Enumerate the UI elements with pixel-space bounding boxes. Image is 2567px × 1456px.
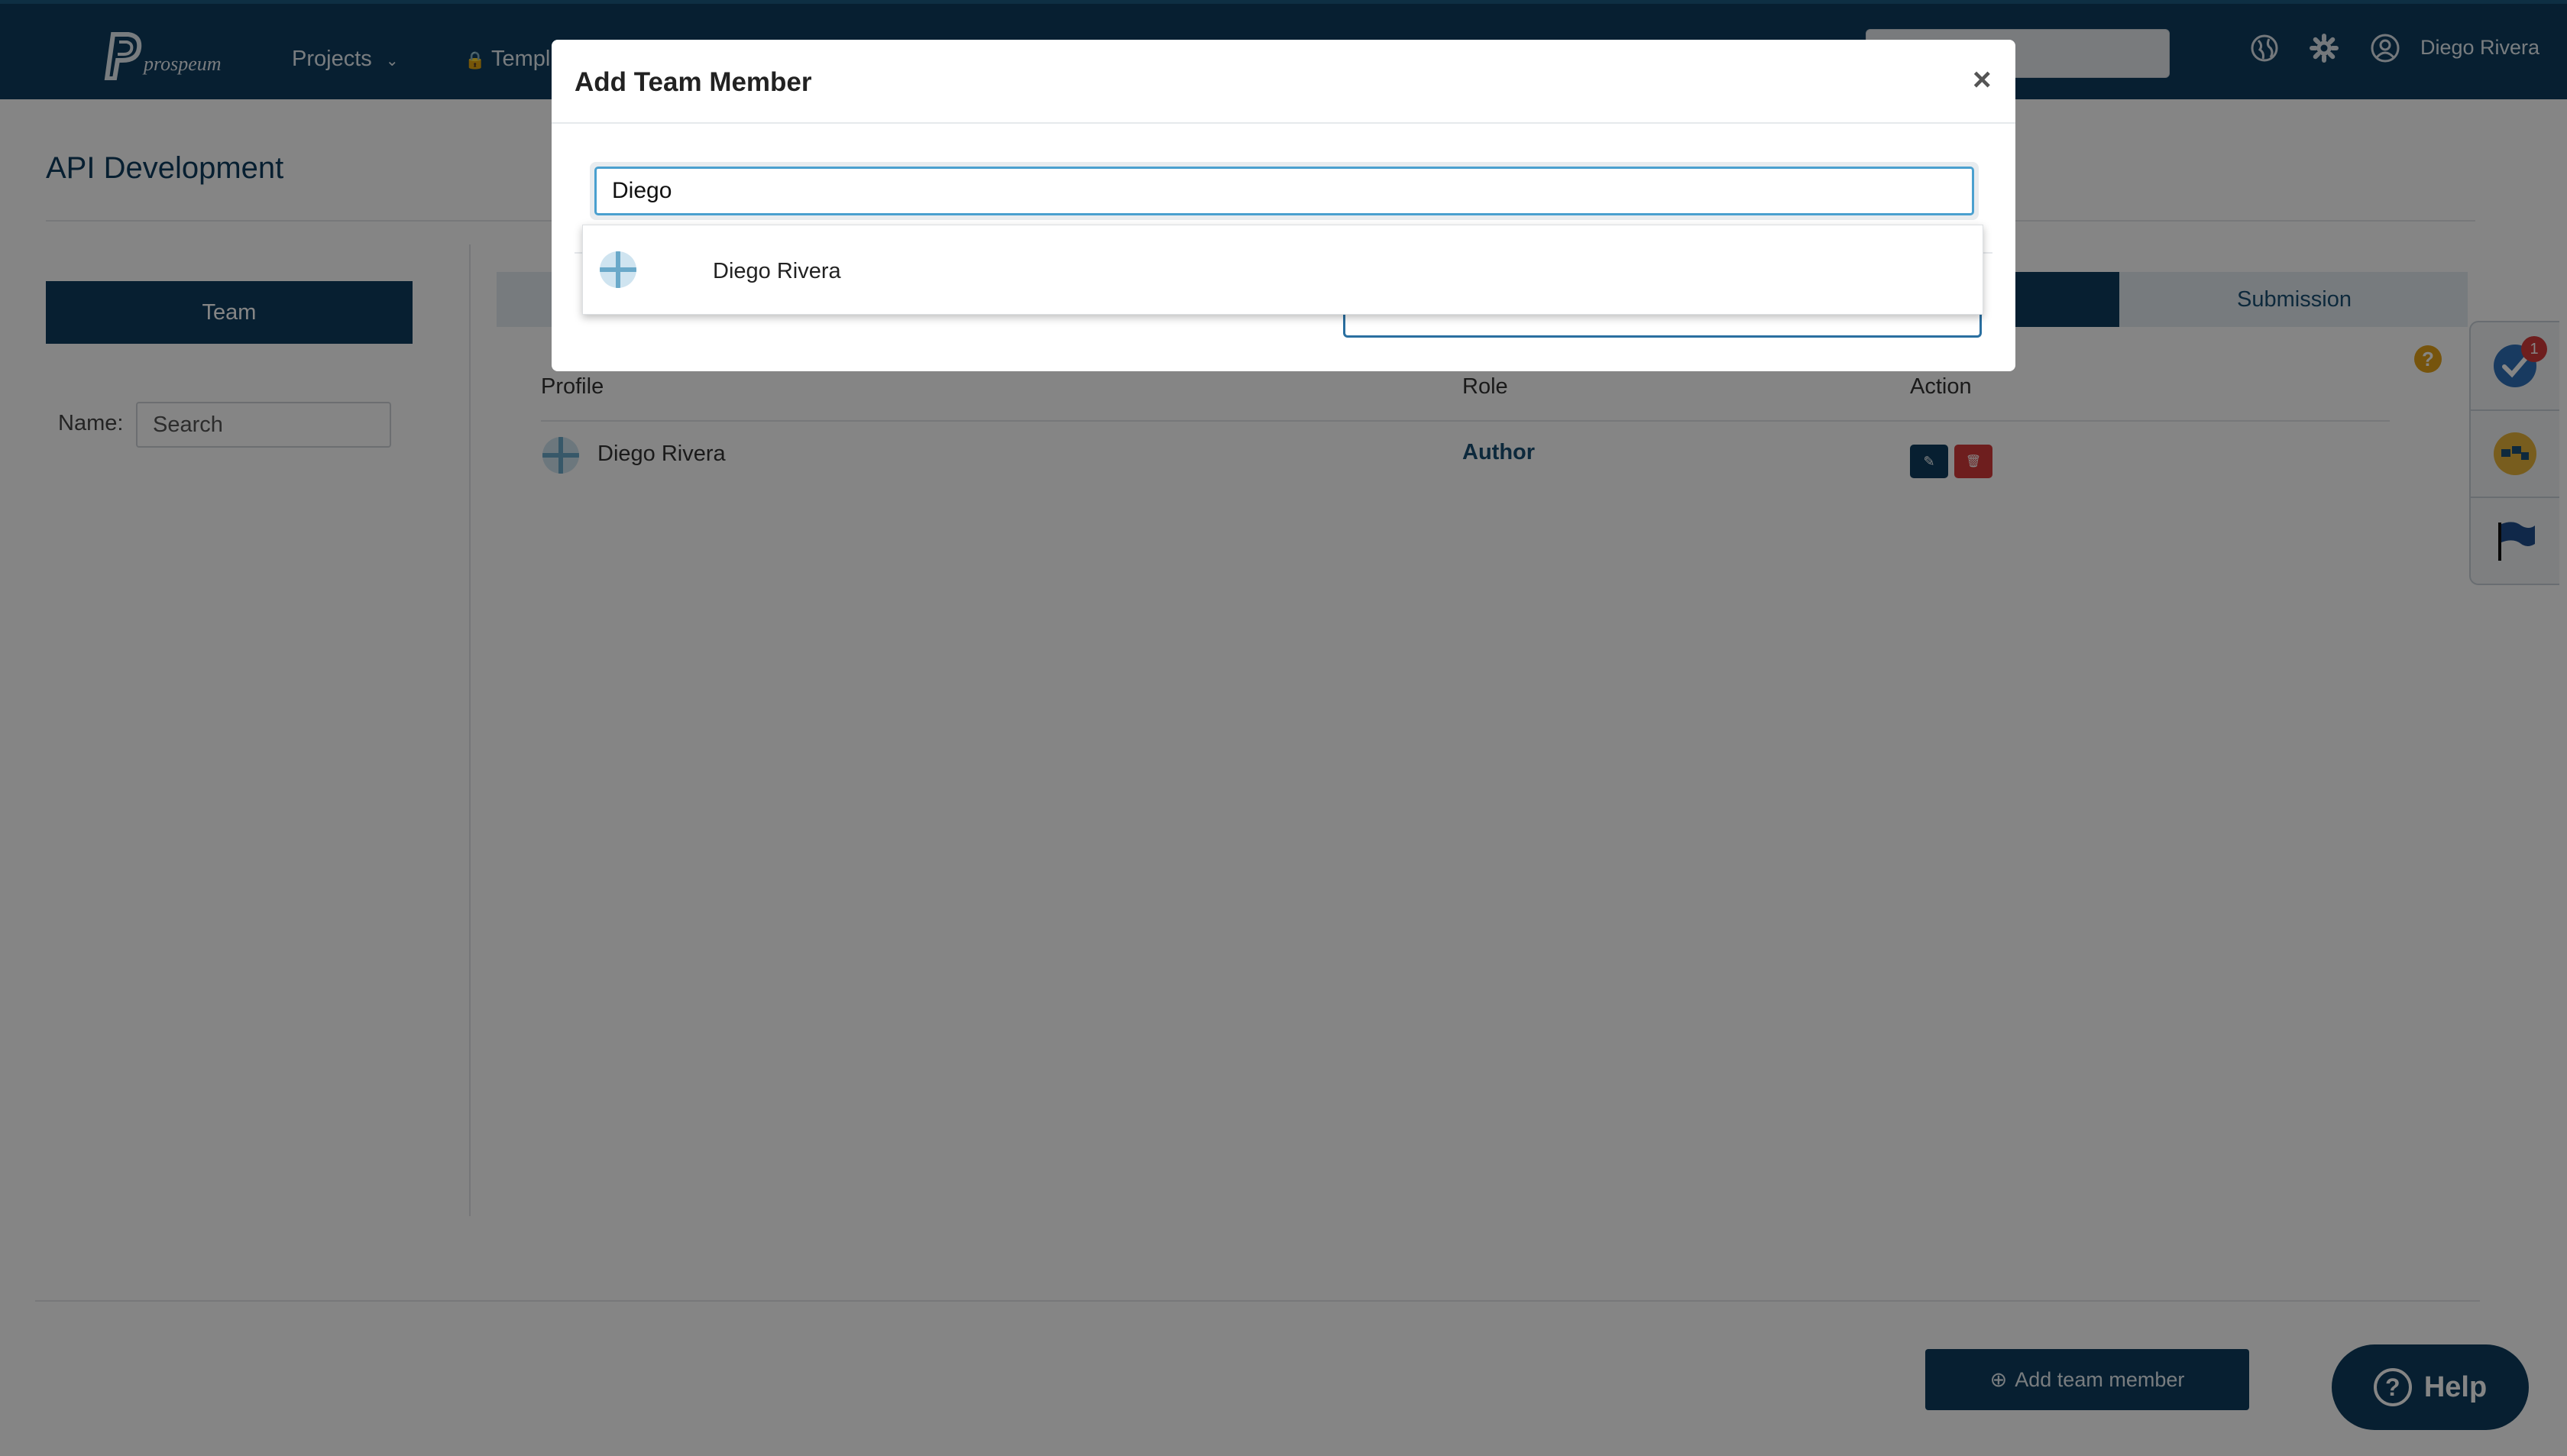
add-team-member-modal: Add Team Member × Diego Diego Rivera: [552, 40, 2015, 371]
modal-header: Add Team Member ×: [552, 40, 2015, 124]
search-suggestion-list: Diego Rivera: [582, 225, 1983, 315]
member-search-wrapper: Diego: [590, 162, 1979, 220]
suggestion-item[interactable]: Diego Rivera: [713, 259, 841, 284]
avatar: [600, 251, 636, 288]
member-search-input[interactable]: Diego: [594, 167, 1974, 215]
close-icon[interactable]: ×: [1973, 61, 1992, 98]
modal-title: Add Team Member: [575, 67, 812, 97]
